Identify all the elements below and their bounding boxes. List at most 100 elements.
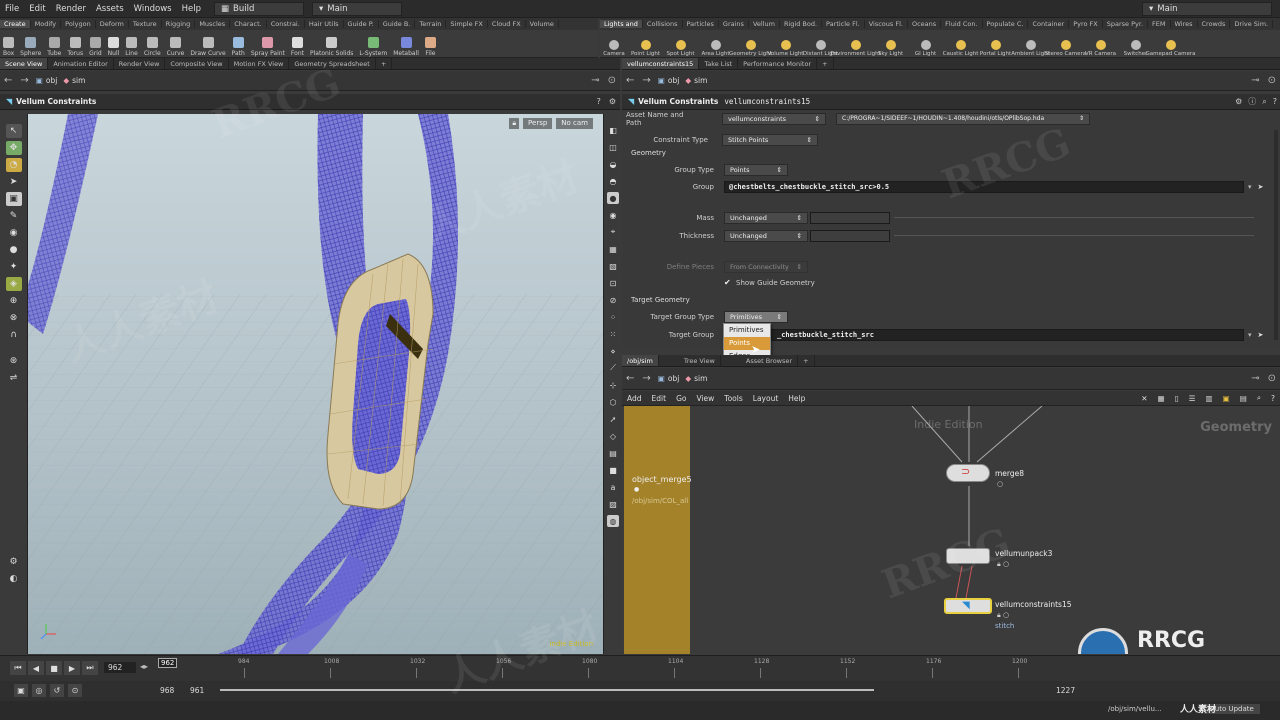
transform-tool-icon[interactable]: ✥ [5,141,22,155]
shelf-tab[interactable]: Terrain [415,20,447,28]
shelf-tool[interactable]: GI Light [908,31,943,57]
shelf-tab[interactable]: Modify [31,20,62,28]
shelf-tool[interactable]: Geometry Light [729,31,772,57]
shelf-tab[interactable]: FEM [1148,20,1171,28]
node-info-icon[interactable]: ○ [997,480,1003,488]
menu-assets[interactable]: Assets [91,4,129,14]
define-pieces-dropdown[interactable]: From Connectivity ⇕ [724,260,808,273]
select-arrow-icon[interactable]: ➤ [1258,183,1264,191]
thickness-dropdown[interactable]: Unchanged ⇕ [724,229,808,242]
poly-icon[interactable]: ⬡ [607,396,619,408]
magnet-icon[interactable]: ∩ [6,328,22,342]
shelf-tool[interactable]: Platonic Solids [307,31,356,57]
back-arrow-icon[interactable]: ← [0,75,16,86]
shelf-tool[interactable]: Torus [64,31,86,57]
shelf-tab[interactable]: Particle Fl. [822,20,865,28]
shelf-tool[interactable]: Environment Light [830,31,881,57]
shelf-tool[interactable]: Spray Paint [248,31,288,57]
lock-camera-icon[interactable]: 🔒︎ [509,118,520,129]
pin-icon[interactable]: ⊸ [1247,75,1263,86]
info-icon[interactable]: ? [1266,394,1280,403]
flip-icon[interactable]: ⇌ [6,371,22,385]
frame-marker[interactable]: 962 [158,658,178,668]
forward-arrow-icon[interactable]: → [638,373,654,384]
handle-tool-icon[interactable]: ◈ [5,277,22,291]
shelf-tab[interactable]: Oceans [908,20,942,28]
play-icon[interactable]: ▶ [64,661,80,675]
menu-help[interactable]: Help [177,4,206,14]
shelf-tool[interactable]: L-System [356,31,390,57]
shelf-tab[interactable]: Particles [683,20,719,28]
path-obj[interactable]: ▣ obj [655,374,683,383]
shelf-tool[interactable]: Portal Light [978,31,1013,57]
paint-tool-icon[interactable]: ✦ [6,260,22,274]
hull-icon[interactable]: ◇ [607,430,619,442]
grid-display-icon[interactable]: ▦ [607,243,619,255]
tab-asset-browser[interactable]: Asset Browser [741,355,799,366]
forward-arrow-icon[interactable]: → [638,75,654,86]
layout-icon[interactable]: ▤ [1235,394,1252,403]
range-end-field[interactable]: 1227 [1056,686,1075,695]
desktop-main-dropdown[interactable]: ▾ Main [311,1,402,16]
node-vellumunpack[interactable] [946,548,990,564]
stop-icon[interactable]: ■ [46,661,62,675]
shelf-tool[interactable]: Caustic Light [943,31,978,57]
shelf-tab[interactable]: Cloud FX [488,20,526,28]
gear-icon[interactable]: ⚙ [6,555,22,569]
path-obj[interactable]: ▣ obj [655,76,683,85]
shelf-tool[interactable]: Area Light [698,31,733,57]
shelf-tab[interactable]: Create [0,20,31,28]
constraint-type-dropdown[interactable]: Stitch Points ⇕ [722,133,818,146]
net-menu-layout[interactable]: Layout [748,394,784,403]
search-icon[interactable]: ⌕ [1252,393,1266,403]
shelf-tab[interactable]: Lights and [600,20,643,28]
chevron-down-icon[interactable]: ▾ [1248,331,1252,339]
net-menu-view[interactable]: View [691,394,719,403]
shelf-tab[interactable]: Volume [526,20,559,28]
path-sim[interactable]: ◆ sim [682,76,710,85]
sphere-display-icon[interactable]: ◐ [6,572,22,586]
gear-icon[interactable]: ⚙ [1232,97,1245,106]
shelf-tool[interactable]: Font [288,31,307,57]
tab-network-obj-sim[interactable]: /obj/sim [622,355,659,366]
back-arrow-icon[interactable]: ← [622,75,638,86]
shelf-tool[interactable]: File [422,31,439,57]
shelf-tab[interactable]: Guide P. [344,20,379,28]
add-tab-button[interactable]: + [376,58,393,69]
ghost-icon[interactable]: ◓ [607,175,619,187]
link-icon[interactable]: ⊙ [1264,373,1280,384]
select-tool-icon[interactable]: ↖ [5,124,22,138]
net-menu-add[interactable]: Add [622,394,647,403]
shelf-tab[interactable]: Viscous Fl. [865,20,908,28]
shelf-tab[interactable]: Hair Utils [305,20,344,28]
shelf-tool[interactable]: Sky Light [873,31,908,57]
shelf-tab[interactable]: Fluid Con. [941,20,983,28]
menu-edit[interactable]: Edit [24,4,50,14]
shelf-tab[interactable]: Rigid Bod. [780,20,823,28]
shelf-tab[interactable]: Container [1028,20,1070,28]
link-icon[interactable]: ⊙ [1264,75,1280,86]
grid-snap-icon[interactable]: ▦ [1153,394,1170,403]
popup-option-primitives[interactable]: Primitives [724,324,770,337]
pointer-icon[interactable]: ➤ [6,175,22,189]
shelf-tool[interactable]: Curve [164,31,188,57]
wrench-icon[interactable]: ✕ [1136,394,1152,403]
mass-dropdown[interactable]: Unchanged ⇕ [724,211,808,224]
scene-viewport[interactable]: 🔒︎ Persp No cam Indie Edition [28,114,603,654]
loop-icon[interactable]: ↺ [50,684,64,697]
path-obj[interactable]: ▣ obj [33,76,61,85]
display-options-icon[interactable]: ◧ [607,124,619,136]
shelf-tab[interactable]: Populate C. [983,20,1029,28]
node-name-field[interactable]: vellumconstraints15 [718,97,810,106]
shelf-tab[interactable]: Charact. [230,20,267,28]
shelf-tab[interactable]: Constrai. [267,20,305,28]
asset-name-dropdown[interactable]: vellumconstraints ⇕ [722,112,826,125]
shelf-tool[interactable]: Null [105,31,123,57]
show-guide-checkbox[interactable]: ✔ [724,278,734,287]
safe-area-icon[interactable]: ⊡ [607,277,619,289]
shelf-tool[interactable]: VR Camera [1083,31,1118,57]
shelf-tab[interactable]: Collisions [643,20,683,28]
timeline-track[interactable]: 962 984 1008 1032 1056 1080 1104 1128 1152 1176 1… [158,658,1238,680]
tab-geometry-spreadsheet[interactable]: Geometry Spreadsheet [289,58,376,69]
shelf-tool[interactable]: Tube [44,31,64,57]
